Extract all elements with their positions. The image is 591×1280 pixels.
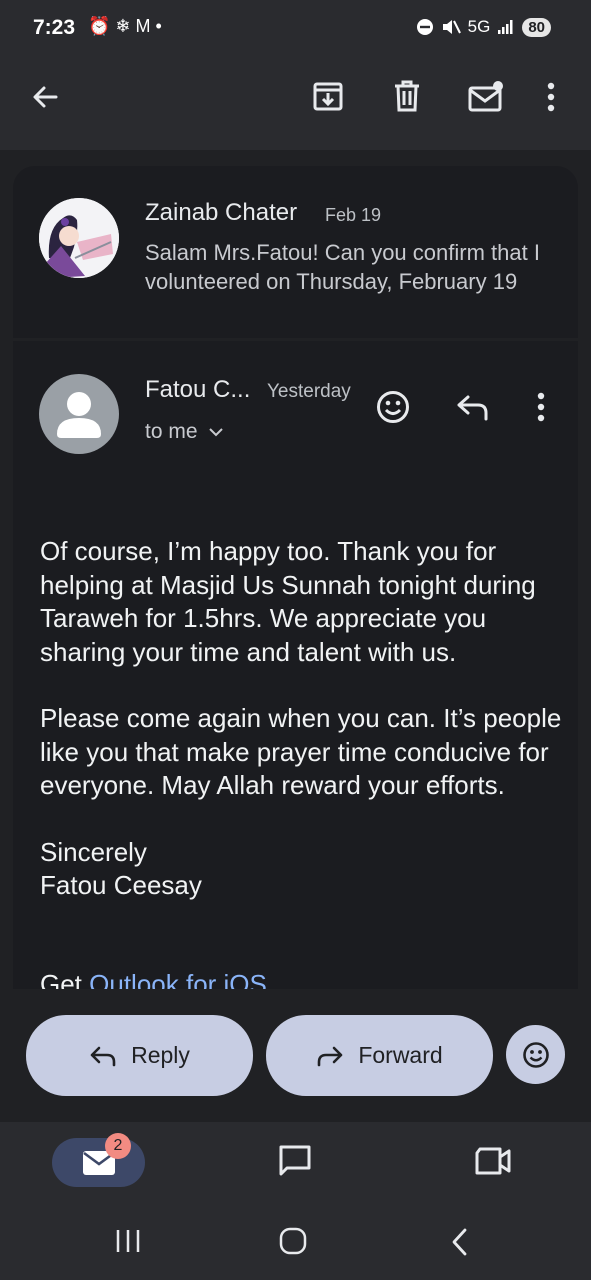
body-paragraph: Please come again when you can. It’s peo… [40,703,562,800]
mute-icon [442,20,461,34]
sender-name: Zainab Chater [145,199,298,226]
back-arrow-icon[interactable] [30,82,60,112]
add-reaction-icon[interactable] [376,390,410,424]
signal-icon [498,20,513,34]
body-paragraph: Of course, I’m happy too. Thank you for … [40,536,536,667]
forward-label: Forward [358,1042,443,1068]
dnd-icon [416,19,433,35]
avatar[interactable] [39,374,119,454]
reply-icon[interactable] [456,393,490,421]
message-more-icon[interactable] [536,392,546,422]
reply-label: Reply [131,1042,190,1068]
unread-badge: 2 [105,1133,131,1159]
forward-icon [318,1046,343,1066]
more-vert-icon[interactable] [546,82,556,112]
message-date: Feb 19 [325,205,382,225]
message-body: Of course, I’m happy too. Thank you for … [40,535,570,903]
recipient-label: to me [145,420,198,443]
message-date: Yesterday [267,381,351,402]
sender-name: Fatou C... [145,376,251,403]
reply-button[interactable]: Reply [26,1015,253,1096]
outlook-link[interactable]: Outlook for iOS [89,969,267,989]
status-notification-icons: ⏰ ❄ M • [88,16,162,36]
forward-button[interactable]: Forward [266,1015,493,1096]
nav-chat-icon[interactable] [278,1144,312,1178]
recipient-details-toggle[interactable]: to me [145,420,224,444]
emoji-reaction-button[interactable] [506,1025,565,1084]
recent-apps-icon[interactable] [114,1228,142,1254]
battery-indicator: 80 [522,17,551,37]
message-snippet: Salam Mrs.Fatou! Can you confirm that I … [145,240,540,294]
nav-meet-icon[interactable] [474,1146,512,1176]
status-right-group: 5G 80 [416,17,551,37]
smiley-icon [522,1041,549,1068]
chevron-down-icon [208,428,223,437]
delete-icon[interactable] [392,80,422,112]
signoff: Sincerely [40,836,147,867]
status-time: 7:23 [33,16,76,39]
system-back-icon[interactable] [450,1228,468,1256]
avatar[interactable] [39,198,119,278]
home-icon[interactable] [279,1227,307,1255]
footer-prefix: Get [40,969,90,989]
email-footer: Get Outlook for iOS [40,967,540,989]
archive-icon[interactable] [312,80,344,112]
reply-icon [90,1046,116,1066]
signature: Fatou Ceesay [40,870,202,900]
nav-mail[interactable] [52,1138,145,1187]
network-label: 5G [467,17,491,36]
mark-unread-icon[interactable] [468,80,504,112]
